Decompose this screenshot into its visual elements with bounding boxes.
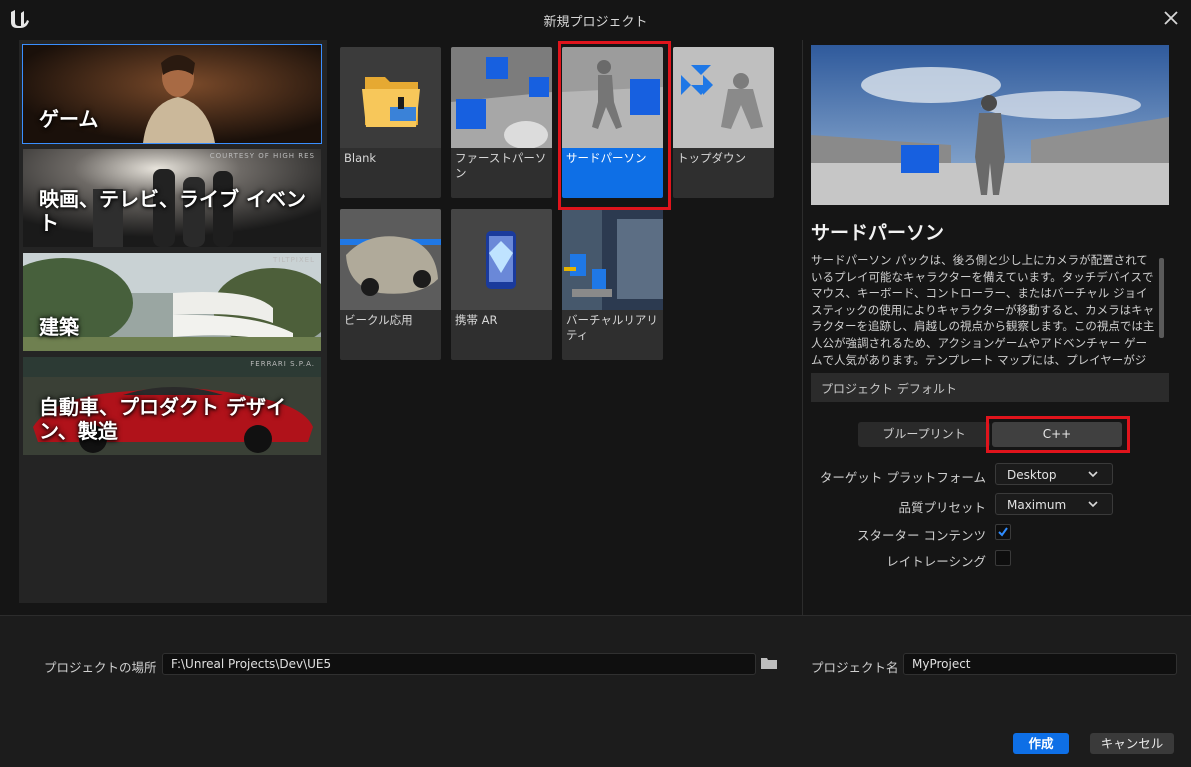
project-location-input[interactable]: F:\Unreal Projects\Dev\UE5 [162,653,756,675]
vr-thumbnail [562,209,663,310]
template-label: Blank [344,151,377,165]
template-handheld-ar[interactable]: 携帯 AR [451,209,552,360]
template-label: バーチャルリアリティ [566,313,658,342]
template-title: サードパーソン [811,222,945,244]
first-person-thumbnail [451,47,552,149]
top-down-thumbnail [673,47,774,148]
image-credit: COURTESY OF HIGH RES [209,152,315,160]
title-bar: 新規プロジェクト [0,0,1191,38]
handheld-ar-thumbnail [451,209,552,310]
panel-divider [802,40,803,616]
template-label: トップダウン [677,151,746,165]
template-vr[interactable]: バーチャルリアリティ [562,209,663,360]
category-label: 建築 [39,315,79,339]
platform-value: Desktop [1007,468,1057,482]
cancel-button[interactable]: キャンセル [1090,733,1174,754]
project-name-input[interactable]: MyProject [903,653,1177,675]
template-description: サードパーソン パックは、後ろ側と少し上にカメラが配置されているプレイ可能なキャ… [811,253,1155,370]
image-credit: TILTPIXEL [273,256,315,264]
template-label: ファーストパーソン [455,151,547,180]
close-icon[interactable] [1161,8,1181,28]
category-panel: ゲーム COURTESY OF HIGH RES 映画、テレビ、ライブ イベント [19,40,327,603]
browse-folder-icon[interactable] [761,657,777,669]
template-label: 携帯 AR [455,313,498,327]
category-label: 自動車、プロダクト デザイン、製造 [39,395,286,443]
starter-content-checkbox[interactable] [995,524,1011,540]
quality-dropdown[interactable]: Maximum [995,493,1113,515]
quality-label: 品質プリセット [898,500,986,515]
category-automotive[interactable]: FERRARI S.P.A. 自動車、プロダクト デザイン、製造 [23,357,321,455]
folder-icon [362,77,420,127]
template-preview [811,45,1169,205]
template-top-down[interactable]: トップダウン [673,47,774,198]
highlight-box [986,416,1130,453]
project-defaults-label: プロジェクト デフォルト [821,382,957,396]
project-name-label: プロジェクト名 [811,660,899,675]
quality-value: Maximum [1007,498,1067,512]
starter-content-label: スターター コンテンツ [857,528,986,543]
project-location-label: プロジェクトの場所 [44,660,157,675]
template-label: ビークル応用 [344,313,413,327]
create-button[interactable]: 作成 [1013,733,1069,754]
category-architecture[interactable]: TILTPIXEL 建築 [23,253,321,351]
category-film-tv[interactable]: COURTESY OF HIGH RES 映画、テレビ、ライブ イベント [23,149,321,247]
blueprint-toggle[interactable]: ブループリント [858,422,990,447]
raytracing-label: レイトレーシング [886,554,986,569]
description-scrollbar[interactable] [1159,258,1164,338]
template-blank[interactable]: Blank [340,47,441,198]
preview-image [811,45,1169,205]
image-credit: FERRARI S.P.A. [250,360,315,368]
category-label: 映画、テレビ、ライブ イベント [39,187,306,235]
chevron-down-icon [1088,501,1098,508]
raytracing-checkbox[interactable] [995,550,1011,566]
project-defaults-header: プロジェクト デフォルト [811,373,1169,402]
window-title: 新規プロジェクト [543,15,648,30]
checkmark-icon [998,527,1008,537]
vehicle-thumbnail [340,209,441,310]
platform-label: ターゲット プラットフォーム [819,470,986,485]
highlight-box [558,41,671,210]
platform-dropdown[interactable]: Desktop [995,463,1113,485]
chevron-down-icon [1088,471,1098,478]
category-label: ゲーム [39,107,99,131]
template-first-person[interactable]: ファーストパーソン [451,47,552,198]
template-vehicle[interactable]: ビークル応用 [340,209,441,360]
category-games[interactable]: ゲーム [22,44,322,144]
